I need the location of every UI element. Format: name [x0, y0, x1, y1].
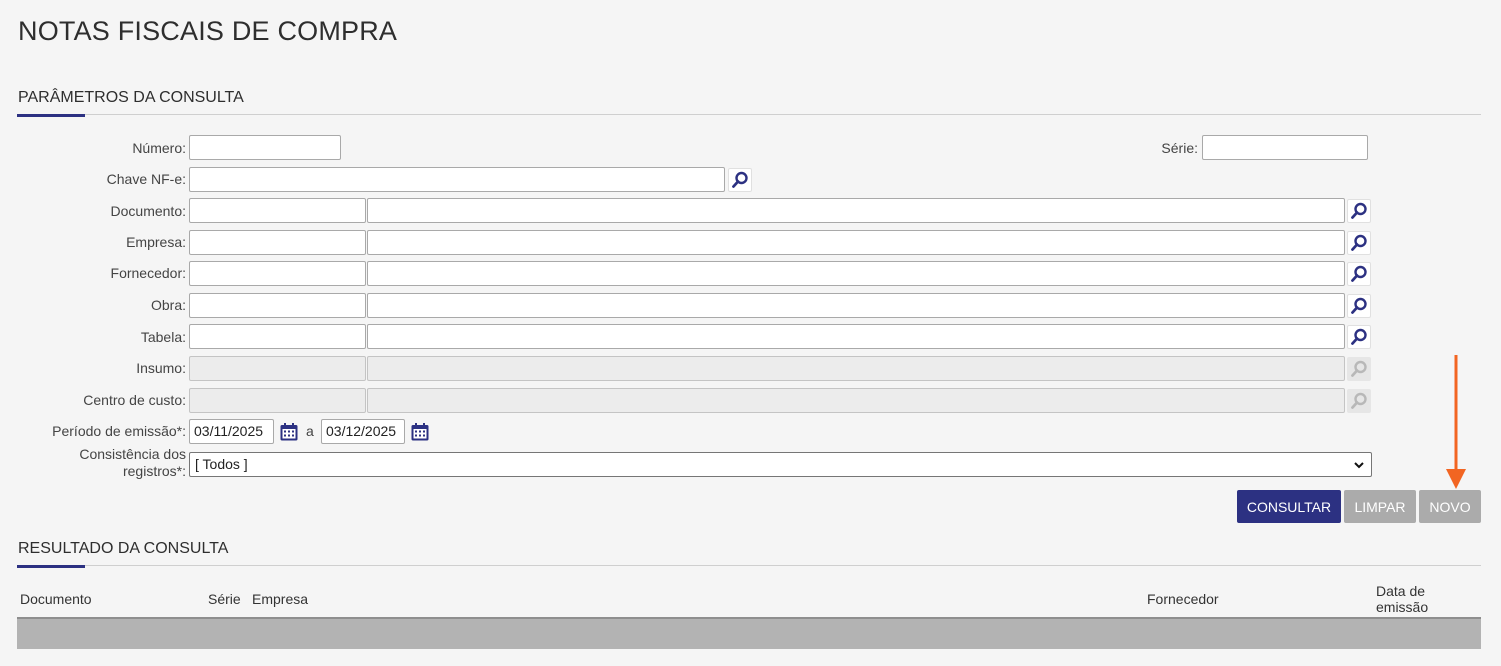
tabela-label: Tabela: [140, 329, 186, 345]
periodo-label: Período de emissão*: [52, 423, 186, 439]
consistencia-label: Consistência dos registros*: [79, 446, 186, 480]
obra-code-input[interactable] [189, 293, 366, 318]
consistencia-label-line1: Consistência dos [79, 446, 186, 462]
documento-search-button[interactable] [1347, 199, 1371, 223]
column-header-data-line1: Data de [1376, 583, 1426, 599]
periodo-separator: a [306, 423, 314, 439]
numero-input[interactable] [189, 135, 341, 160]
empresa-label: Empresa: [126, 234, 186, 250]
results-table-body [17, 617, 1481, 649]
serie-input[interactable] [1202, 135, 1368, 160]
results-section-rule [17, 565, 1481, 566]
empresa-desc-input[interactable] [367, 230, 1345, 255]
magnifier-icon [732, 171, 748, 188]
novo-button[interactable]: NOVO [1419, 490, 1481, 523]
documento-code-input[interactable] [189, 198, 366, 223]
magnifier-icon [1351, 392, 1367, 409]
params-section-rule [17, 114, 1481, 115]
consultar-button[interactable]: CONSULTAR [1237, 490, 1341, 523]
insumo-search-button [1347, 357, 1371, 381]
chave-nfe-search-button[interactable] [728, 168, 752, 192]
consistencia-select[interactable]: [ Todos ] [189, 452, 1372, 477]
insumo-code-input [189, 356, 366, 381]
fornecedor-label: Fornecedor: [110, 265, 186, 281]
column-header-documento[interactable]: Documento [20, 591, 92, 607]
calendar-icon [411, 423, 429, 441]
magnifier-icon [1351, 297, 1367, 314]
column-header-data-emissao[interactable]: Data de emissão [1376, 583, 1428, 615]
empresa-code-input[interactable] [189, 230, 366, 255]
magnifier-icon [1351, 234, 1367, 251]
tabela-code-input[interactable] [189, 324, 366, 349]
centro-custo-search-button [1347, 389, 1371, 413]
chevron-down-icon [1354, 462, 1364, 469]
consistencia-label-line2: registros*: [122, 463, 186, 479]
tabela-desc-input[interactable] [367, 324, 1345, 349]
insumo-desc-input [367, 356, 1345, 381]
centro-custo-desc-input [367, 388, 1345, 413]
params-section-accent [17, 114, 85, 117]
tabela-search-button[interactable] [1347, 325, 1371, 349]
periodo-start-calendar-button[interactable] [277, 420, 301, 444]
page-title: NOTAS FISCAIS DE COMPRA [18, 16, 398, 46]
chave-nfe-label: Chave NF-e: [106, 171, 186, 187]
magnifier-icon [1351, 202, 1367, 219]
centro-custo-label: Centro de custo: [83, 392, 186, 408]
periodo-start-input[interactable]: 03/11/2025 [189, 419, 274, 444]
annotation-arrow-icon [1446, 355, 1466, 489]
periodo-end-calendar-button[interactable] [408, 420, 432, 444]
column-header-empresa[interactable]: Empresa [252, 591, 308, 607]
obra-desc-input[interactable] [367, 293, 1345, 318]
insumo-label: Insumo: [136, 360, 186, 376]
chave-nfe-input[interactable] [189, 167, 725, 192]
params-section-title: PARÂMETROS DA CONSULTA [18, 89, 244, 106]
empresa-search-button[interactable] [1347, 231, 1371, 255]
periodo-end-input[interactable]: 03/12/2025 [321, 419, 405, 444]
numero-label: Número: [132, 140, 186, 156]
obra-label: Obra: [150, 297, 186, 313]
documento-label: Documento: [110, 203, 186, 219]
serie-label: Série: [1161, 140, 1198, 156]
obra-search-button[interactable] [1347, 294, 1371, 318]
column-header-fornecedor[interactable]: Fornecedor [1147, 591, 1219, 607]
magnifier-icon [1351, 265, 1367, 282]
limpar-button[interactable]: LIMPAR [1344, 490, 1416, 523]
results-section-accent [17, 565, 85, 568]
magnifier-icon [1351, 360, 1367, 377]
centro-custo-code-input [189, 388, 366, 413]
documento-desc-input[interactable] [367, 198, 1345, 223]
column-header-serie[interactable]: Série [208, 591, 241, 607]
fornecedor-search-button[interactable] [1347, 262, 1371, 286]
calendar-icon [280, 423, 298, 441]
fornecedor-code-input[interactable] [189, 261, 366, 286]
results-section-title: RESULTADO DA CONSULTA [18, 540, 229, 557]
consistencia-selected-value: [ Todos ] [195, 456, 248, 472]
column-header-data-line2: emissão [1376, 599, 1429, 615]
magnifier-icon [1351, 328, 1367, 345]
fornecedor-desc-input[interactable] [367, 261, 1345, 286]
